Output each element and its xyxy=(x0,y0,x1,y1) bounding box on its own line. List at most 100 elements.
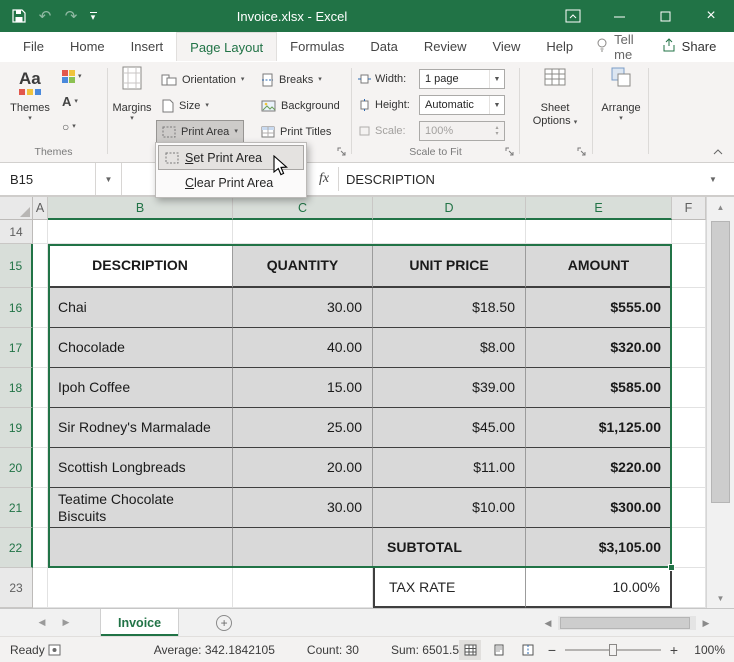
sheet-nav-right-icon[interactable]: ▶ xyxy=(54,609,78,636)
sheet-options-dialog-launcher[interactable] xyxy=(576,146,588,158)
new-sheet-button[interactable]: + xyxy=(209,609,239,636)
scroll-up-icon[interactable]: ▲ xyxy=(707,197,734,217)
zoom-in-button[interactable]: + xyxy=(668,642,680,658)
cell-b22[interactable] xyxy=(48,528,233,568)
zoom-slider[interactable] xyxy=(565,649,661,651)
cell[interactable] xyxy=(233,568,373,608)
row-header-22[interactable]: 22 xyxy=(0,528,33,568)
customize-qat-icon[interactable]: ▾ xyxy=(84,1,102,31)
row-header-20[interactable]: 20 xyxy=(0,448,33,488)
col-header-a[interactable]: A xyxy=(33,197,48,220)
print-area-button[interactable]: Print Area ▾ xyxy=(156,120,244,144)
status-count[interactable]: Count: 30 xyxy=(307,643,359,657)
tab-review[interactable]: Review xyxy=(411,32,480,61)
cell[interactable] xyxy=(33,368,48,408)
cell-c16[interactable]: 30.00 xyxy=(233,288,373,328)
cell[interactable] xyxy=(33,288,48,328)
cell-c18[interactable]: 15.00 xyxy=(233,368,373,408)
cell[interactable] xyxy=(48,220,233,244)
col-header-e[interactable]: E xyxy=(526,197,672,220)
cell-c15[interactable]: QUANTITY xyxy=(233,244,373,288)
tab-formulas[interactable]: Formulas xyxy=(277,32,357,61)
zoom-level[interactable]: 100% xyxy=(687,643,725,657)
row-header-18[interactable]: 18 xyxy=(0,368,33,408)
share-button[interactable]: Share xyxy=(644,32,734,61)
tab-view[interactable]: View xyxy=(479,32,533,61)
formula-input[interactable]: DESCRIPTION xyxy=(346,163,694,195)
maximize-button[interactable] xyxy=(642,0,688,32)
theme-colors-button[interactable]: ▾ xyxy=(58,66,104,87)
tab-insert[interactable]: Insert xyxy=(118,32,177,61)
zoom-slider-thumb[interactable] xyxy=(609,644,617,656)
vertical-scroll-thumb[interactable] xyxy=(711,221,730,503)
cell[interactable] xyxy=(672,220,706,244)
print-titles-button[interactable]: Print Titles xyxy=(256,120,336,144)
cell-c20[interactable]: 20.00 xyxy=(233,448,373,488)
cell-b21[interactable]: Teatime Chocolate Biscuits xyxy=(48,488,233,528)
cell-d21[interactable]: $10.00 xyxy=(373,488,526,528)
tab-data[interactable]: Data xyxy=(357,32,410,61)
cell[interactable] xyxy=(672,328,706,368)
cell[interactable] xyxy=(33,244,48,288)
scroll-down-icon[interactable]: ▼ xyxy=(707,588,734,608)
width-combobox[interactable]: 1 page ▼ xyxy=(419,69,505,89)
cell-e22-subtotal-value[interactable]: $3,105.00 xyxy=(526,528,672,568)
cell-d15[interactable]: UNIT PRICE xyxy=(373,244,526,288)
cell-e23-tax-value[interactable]: 10.00% xyxy=(526,568,672,608)
tab-help[interactable]: Help xyxy=(533,32,586,61)
margins-button[interactable]: Margins ▾ xyxy=(110,66,154,123)
page-layout-view-button[interactable] xyxy=(488,640,510,660)
cell-e16[interactable]: $555.00 xyxy=(526,288,672,328)
sheet-tab-invoice[interactable]: Invoice xyxy=(100,609,179,636)
status-sum[interactable]: Sum: 6501.5 xyxy=(391,643,459,657)
close-button[interactable]: × xyxy=(688,0,734,32)
cell-d22-subtotal-label[interactable]: SUBTOTAL xyxy=(373,528,526,568)
row-header-14[interactable]: 14 xyxy=(0,220,33,244)
vertical-scrollbar[interactable]: ▲ ▼ xyxy=(706,197,734,608)
row-header-23[interactable]: 23 xyxy=(0,568,33,608)
cell[interactable] xyxy=(672,488,706,528)
col-header-f[interactable]: F xyxy=(672,197,706,220)
insert-function-button[interactable]: fx xyxy=(311,163,337,195)
zoom-out-button[interactable]: − xyxy=(546,642,558,658)
cell-b15-active[interactable]: DESCRIPTION xyxy=(48,244,233,288)
name-box[interactable]: B15 xyxy=(0,163,96,195)
row-header-15[interactable]: 15 xyxy=(0,244,33,288)
collapse-ribbon-icon[interactable] xyxy=(710,146,726,158)
tell-me-box[interactable]: Tell me xyxy=(586,32,644,61)
cell-e21[interactable]: $300.00 xyxy=(526,488,672,528)
cell-e20[interactable]: $220.00 xyxy=(526,448,672,488)
theme-effects-button[interactable]: ○ ▾ xyxy=(58,116,104,137)
minimize-button[interactable] xyxy=(596,0,642,32)
row-header-17[interactable]: 17 xyxy=(0,328,33,368)
tab-page-layout[interactable]: Page Layout xyxy=(176,32,277,61)
cell[interactable] xyxy=(672,448,706,488)
height-combobox[interactable]: Automatic ▼ xyxy=(419,95,505,115)
sheet-options-button[interactable]: Sheet Options ▾ xyxy=(524,66,586,128)
cell-e19[interactable]: $1,125.00 xyxy=(526,408,672,448)
redo-icon[interactable]: ↷ xyxy=(58,1,84,31)
combo-caret-icon[interactable]: ▼ xyxy=(489,70,504,88)
size-button[interactable]: Size ▾ xyxy=(156,94,214,118)
col-header-c[interactable]: C xyxy=(233,197,373,220)
fill-handle[interactable] xyxy=(668,564,675,571)
breaks-button[interactable]: Breaks ▾ xyxy=(256,68,327,92)
cell-e18[interactable]: $585.00 xyxy=(526,368,672,408)
tab-home[interactable]: Home xyxy=(57,32,118,61)
row-header-19[interactable]: 19 xyxy=(0,408,33,448)
sheet-nav-left-icon[interactable]: ◀ xyxy=(30,609,54,636)
cell-e17[interactable]: $320.00 xyxy=(526,328,672,368)
cell[interactable] xyxy=(672,528,706,568)
combo-caret-icon[interactable]: ▼ xyxy=(489,96,504,114)
horizontal-scroll-thumb[interactable] xyxy=(560,617,690,629)
hscroll-left-icon[interactable]: ◀ xyxy=(540,614,556,632)
scale-to-fit-dialog-launcher[interactable] xyxy=(504,146,516,158)
tab-file[interactable]: File xyxy=(10,32,57,61)
cell[interactable] xyxy=(33,528,48,568)
arrange-button[interactable]: Arrange ▾ xyxy=(598,66,644,123)
themes-button[interactable]: Aa Themes ▾ xyxy=(6,66,54,123)
background-button[interactable]: Background xyxy=(256,94,345,118)
cell-d23-tax-label[interactable]: TAX RATE xyxy=(373,568,526,608)
row-header-16[interactable]: 16 xyxy=(0,288,33,328)
select-all-button[interactable] xyxy=(0,197,33,220)
